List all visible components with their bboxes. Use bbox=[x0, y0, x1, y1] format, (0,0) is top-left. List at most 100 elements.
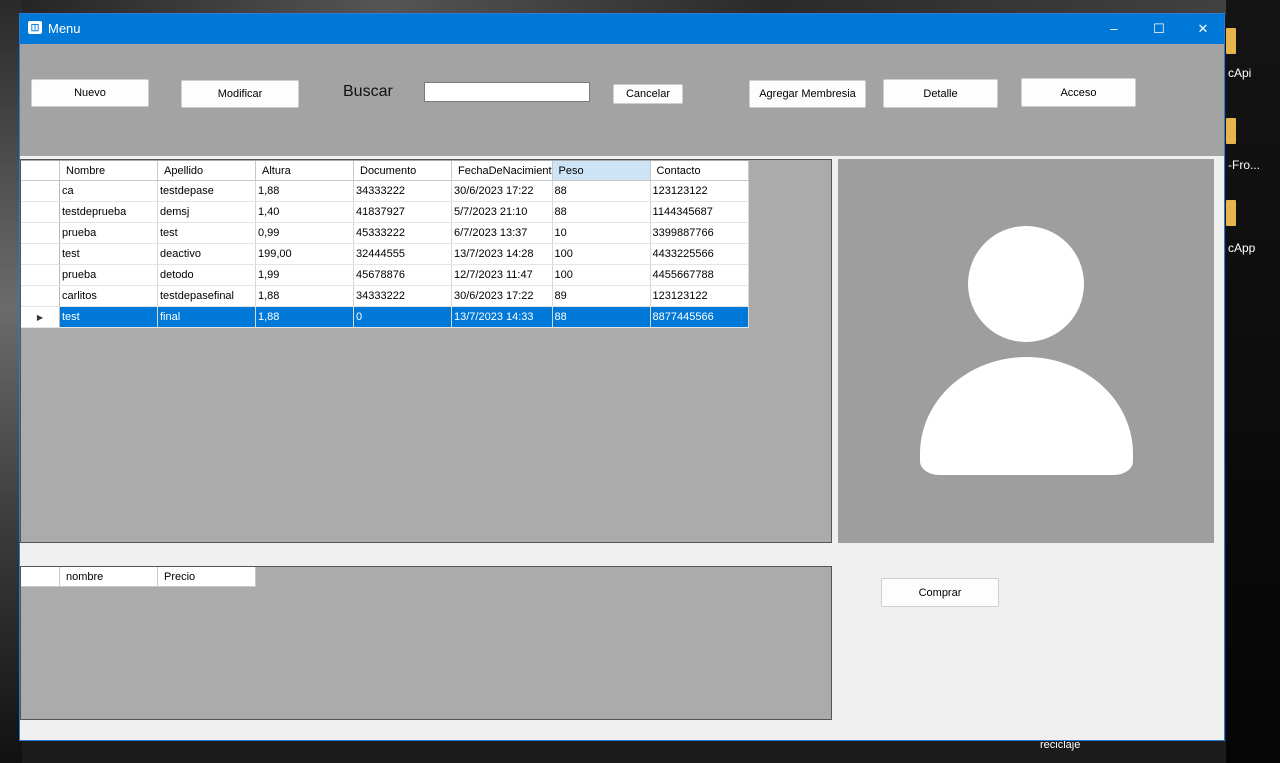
cell-contacto[interactable]: 4455667788 bbox=[650, 264, 749, 286]
cell-nombre[interactable]: carlitos bbox=[59, 285, 158, 307]
row-header-corner[interactable] bbox=[21, 567, 60, 587]
desktop-label-fro[interactable]: -Fro... bbox=[1228, 158, 1260, 172]
cell-apellido[interactable]: test bbox=[157, 222, 256, 244]
row-header[interactable] bbox=[21, 180, 60, 202]
cell-peso[interactable]: 89 bbox=[552, 285, 651, 307]
table-row[interactable]: prueba test 0,99 45333222 6/7/2023 13:37 10 33… bbox=[21, 222, 749, 244]
folder-icon[interactable] bbox=[1226, 200, 1236, 226]
avatar-body bbox=[920, 357, 1133, 475]
cell-peso[interactable]: 88 bbox=[552, 306, 651, 328]
cell-contacto[interactable]: 8877445566 bbox=[650, 306, 749, 328]
cell-fecha[interactable]: 12/7/2023 11:47 bbox=[451, 264, 553, 286]
acceso-button[interactable]: Acceso bbox=[1021, 78, 1136, 107]
modificar-button[interactable]: Modificar bbox=[181, 80, 299, 108]
column-header-nombre[interactable]: Nombre bbox=[59, 161, 158, 181]
cell-peso[interactable]: 88 bbox=[552, 180, 651, 202]
table-row[interactable]: ca testdepase 1,88 34333222 30/6/2023 17:22 8… bbox=[21, 180, 749, 202]
cell-fecha[interactable]: 13/7/2023 14:28 bbox=[451, 243, 553, 265]
cell-nombre[interactable]: test bbox=[59, 243, 158, 265]
agregar-membresia-button[interactable]: Agregar Membresia bbox=[749, 80, 866, 108]
cell-contacto[interactable]: 123123122 bbox=[650, 285, 749, 307]
column-header-fecha[interactable]: FechaDeNacimient bbox=[451, 161, 553, 181]
cell-altura[interactable]: 199,00 bbox=[255, 243, 354, 265]
table-row[interactable]: testdeprueba demsj 1,40 41837927 5/7/2023 21… bbox=[21, 201, 749, 223]
table-row[interactable]: carlitos testdepasefinal 1,88 34333222 30/6/… bbox=[21, 285, 749, 307]
cell-documento[interactable]: 41837927 bbox=[353, 201, 452, 223]
membership-grid[interactable]: nombre Precio bbox=[20, 566, 832, 720]
cell-documento[interactable]: 45333222 bbox=[353, 222, 452, 244]
cell-altura[interactable]: 0,99 bbox=[255, 222, 354, 244]
cell-contacto[interactable]: 123123122 bbox=[650, 180, 749, 202]
cell-altura[interactable]: 1,99 bbox=[255, 264, 354, 286]
cell-apellido[interactable]: deactivo bbox=[157, 243, 256, 265]
row-header[interactable] bbox=[21, 264, 60, 286]
cell-fecha[interactable]: 6/7/2023 13:37 bbox=[451, 222, 553, 244]
clients-grid[interactable]: Nombre Apellido Altura Documento FechaDe… bbox=[20, 159, 832, 543]
row-header[interactable] bbox=[21, 243, 60, 265]
cell-apellido[interactable]: demsj bbox=[157, 201, 256, 223]
cell-contacto[interactable]: 3399887766 bbox=[650, 222, 749, 244]
cell-nombre[interactable]: prueba bbox=[59, 264, 158, 286]
maximize-button[interactable]: ☐ bbox=[1136, 14, 1182, 44]
cell-fecha[interactable]: 30/6/2023 17:22 bbox=[451, 285, 553, 307]
cell-fecha[interactable]: 30/6/2023 17:22 bbox=[451, 180, 553, 202]
column-header-apellido[interactable]: Apellido bbox=[157, 161, 256, 181]
folder-icon[interactable] bbox=[1226, 118, 1236, 144]
clients-table: Nombre Apellido Altura Documento FechaDe… bbox=[21, 161, 749, 328]
window-title: Menu bbox=[48, 21, 81, 36]
row-header[interactable]: ▶ bbox=[21, 306, 60, 328]
table-row[interactable]: ▶ test final 1,88 0 13/7/2023 14:33 88 88774455… bbox=[21, 306, 749, 328]
column-header-documento[interactable]: Documento bbox=[353, 161, 452, 181]
profile-photo bbox=[838, 159, 1214, 543]
minimize-button[interactable]: – bbox=[1091, 14, 1137, 44]
cell-apellido[interactable]: testdepasefinal bbox=[157, 285, 256, 307]
cell-documento[interactable]: 34333222 bbox=[353, 285, 452, 307]
cell-apellido[interactable]: detodo bbox=[157, 264, 256, 286]
row-header[interactable] bbox=[21, 222, 60, 244]
membership-table: nombre Precio bbox=[21, 567, 256, 587]
column-header-contacto[interactable]: Contacto bbox=[650, 161, 749, 181]
column-header-altura[interactable]: Altura bbox=[255, 161, 354, 181]
cell-fecha[interactable]: 5/7/2023 21:10 bbox=[451, 201, 553, 223]
cell-nombre[interactable]: test bbox=[59, 306, 158, 328]
table-row[interactable]: prueba detodo 1,99 45678876 12/7/2023 11:47 1… bbox=[21, 264, 749, 286]
cell-nombre[interactable]: ca bbox=[59, 180, 158, 202]
folder-icon[interactable] bbox=[1226, 28, 1236, 54]
cancelar-button[interactable]: Cancelar bbox=[613, 84, 683, 104]
detalle-button[interactable]: Detalle bbox=[883, 79, 998, 108]
cell-nombre[interactable]: testdeprueba bbox=[59, 201, 158, 223]
column-header-precio[interactable]: Precio bbox=[157, 567, 256, 587]
column-header-nombre[interactable]: nombre bbox=[59, 567, 158, 587]
cell-contacto[interactable]: 1144345687 bbox=[650, 201, 749, 223]
desktop-label-capp[interactable]: cApp bbox=[1228, 241, 1255, 255]
buscar-label: Buscar bbox=[343, 83, 393, 100]
cell-documento[interactable]: 45678876 bbox=[353, 264, 452, 286]
row-header[interactable] bbox=[21, 285, 60, 307]
cell-documento[interactable]: 32444555 bbox=[353, 243, 452, 265]
nuevo-button[interactable]: Nuevo bbox=[31, 79, 149, 107]
desktop-label-capi[interactable]: cApi bbox=[1228, 66, 1251, 80]
cell-documento[interactable]: 34333222 bbox=[353, 180, 452, 202]
cell-peso[interactable]: 10 bbox=[552, 222, 651, 244]
cell-documento[interactable]: 0 bbox=[353, 306, 452, 328]
column-header-peso[interactable]: Peso bbox=[552, 161, 651, 181]
row-header-corner[interactable] bbox=[21, 161, 60, 181]
cell-altura[interactable]: 1,88 bbox=[255, 285, 354, 307]
comprar-button[interactable]: Comprar bbox=[881, 578, 999, 607]
cell-fecha[interactable]: 13/7/2023 14:33 bbox=[451, 306, 553, 328]
cell-apellido[interactable]: testdepase bbox=[157, 180, 256, 202]
cell-peso[interactable]: 88 bbox=[552, 201, 651, 223]
cell-peso[interactable]: 100 bbox=[552, 264, 651, 286]
cell-altura[interactable]: 1,88 bbox=[255, 306, 354, 328]
cell-contacto[interactable]: 4433225566 bbox=[650, 243, 749, 265]
close-button[interactable]: ✕ bbox=[1180, 14, 1226, 44]
cell-altura[interactable]: 1,40 bbox=[255, 201, 354, 223]
cell-altura[interactable]: 1,88 bbox=[255, 180, 354, 202]
cell-nombre[interactable]: prueba bbox=[59, 222, 158, 244]
row-header[interactable] bbox=[21, 201, 60, 223]
cell-apellido[interactable]: final bbox=[157, 306, 256, 328]
search-input[interactable] bbox=[424, 82, 590, 102]
cell-peso[interactable]: 100 bbox=[552, 243, 651, 265]
title-bar[interactable]: ◫ Menu – ☐ ✕ bbox=[20, 14, 1224, 44]
table-row[interactable]: test deactivo 199,00 32444555 13/7/2023 14:2… bbox=[21, 243, 749, 265]
